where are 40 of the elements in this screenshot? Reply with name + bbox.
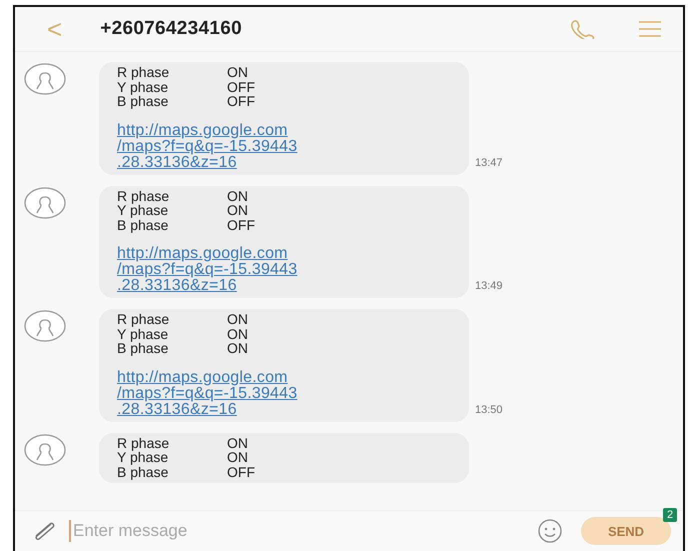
avatar-icon: [23, 62, 67, 96]
avatar-icon: [23, 186, 67, 220]
phase-status: OFF: [227, 80, 255, 94]
phase-label: Y phase: [117, 326, 170, 341]
smiley-icon[interactable]: [537, 518, 563, 544]
message-time: 13:50: [475, 404, 503, 416]
contact-number: +260764234160: [100, 18, 243, 40]
phase-status: ON: [227, 450, 248, 464]
phase-status: ON: [227, 312, 248, 326]
phase-label: Y phase: [117, 80, 170, 94]
phase-status: ON: [227, 65, 248, 80]
message-time: 13:47: [475, 156, 503, 168]
map-link[interactable]: http://maps.google.com /maps?f=q&q=-15.39443 .28.33136&z=16: [117, 246, 449, 294]
avatar-icon: [23, 432, 67, 466]
phase-status: ON: [227, 341, 248, 356]
phase-status: OFF: [227, 94, 255, 108]
map-link[interactable]: http://maps.google.com /maps?f=q&q=-15.39443 .28.33136&z=16: [117, 370, 449, 418]
phase-label: B phase: [117, 464, 170, 479]
phone-icon[interactable]: [569, 19, 597, 39]
map-link[interactable]: http://maps.google.com /maps?f=q&q=-15.39443 .28.33136&z=16: [117, 122, 449, 170]
phase-status: ON: [227, 326, 248, 341]
phase-status: OFF: [227, 464, 255, 479]
phase-status: ON: [227, 436, 248, 450]
phase-status: ON: [227, 188, 248, 203]
phase-label: B phase: [117, 94, 170, 108]
phase-label: R phase: [117, 436, 170, 450]
phase-label: Y phase: [117, 450, 170, 464]
phase-status: ON: [227, 203, 248, 218]
menu-icon[interactable]: [637, 20, 663, 38]
phase-label: R phase: [117, 188, 170, 203]
phase-label: Y phase: [117, 203, 170, 218]
phase-label: R phase: [117, 65, 170, 80]
phase-label: R phase: [117, 312, 170, 326]
message-time: 13:49: [475, 280, 503, 292]
back-button[interactable]: <: [47, 16, 62, 42]
avatar-icon: [23, 309, 67, 343]
count-badge: 2: [663, 508, 677, 522]
phase-status: OFF: [227, 218, 255, 232]
phase-label: B phase: [117, 341, 170, 356]
phase-label: B phase: [117, 218, 170, 232]
